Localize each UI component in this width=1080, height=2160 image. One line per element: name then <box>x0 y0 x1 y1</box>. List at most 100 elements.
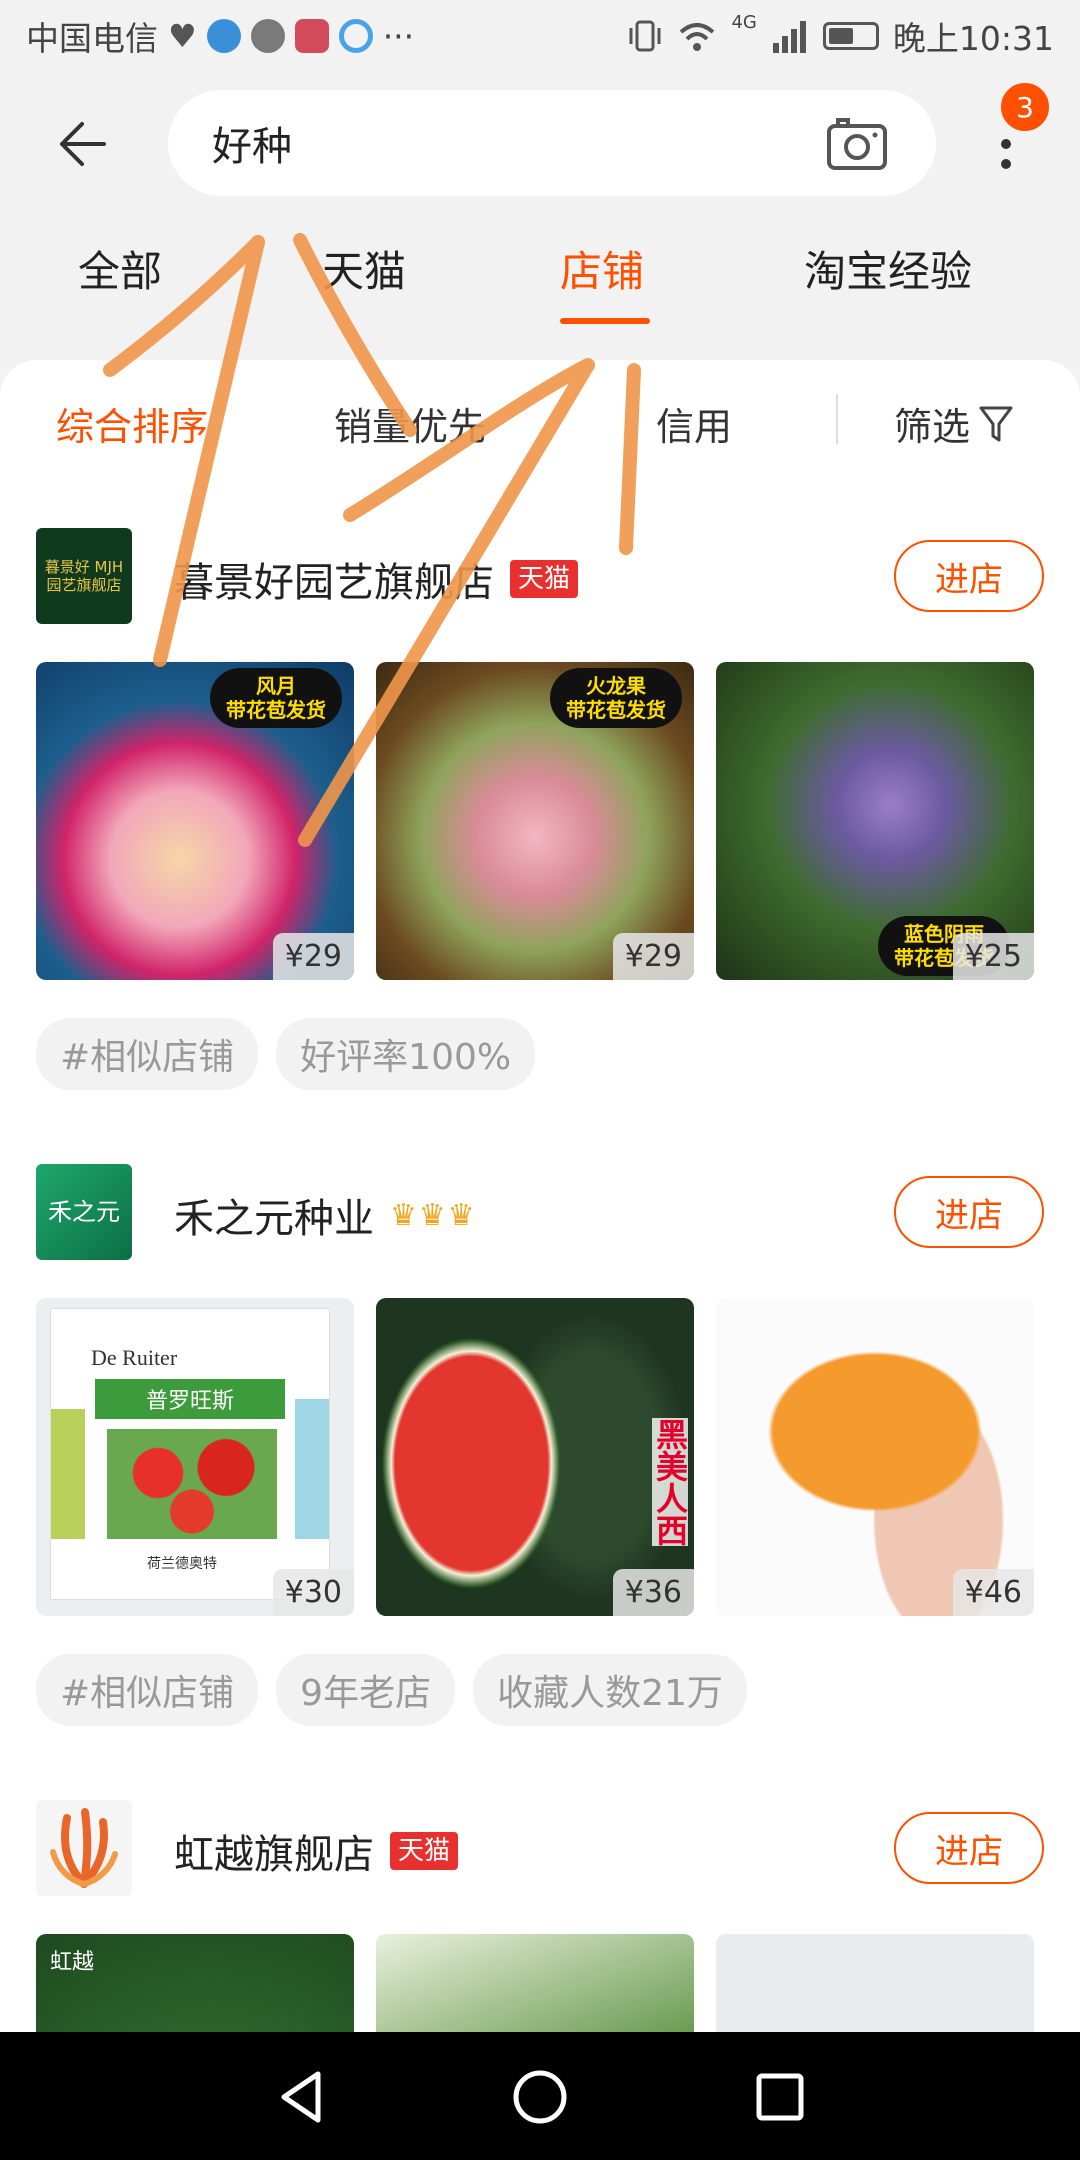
product-thumbnail[interactable]: 风月 带花苞发货 ¥29 <box>36 662 354 980</box>
shop-title[interactable]: 暮景好园艺旗舰店 天猫 <box>174 550 579 608</box>
wifi-icon <box>680 23 715 51</box>
shop-tag: 收藏人数21万 <box>473 1654 747 1726</box>
packet-stripe <box>51 1409 85 1539</box>
packet-brand: De Ruiter <box>91 1345 178 1370</box>
packet-tomatoes <box>107 1429 277 1539</box>
active-tab-indicator <box>560 318 650 324</box>
product-price: ¥29 <box>272 933 354 980</box>
sort-credit[interactable]: 信用 <box>656 396 732 451</box>
shop-name: 虹越旗舰店 <box>174 1832 374 1878</box>
product-price: ¥30 <box>272 1569 354 1616</box>
system-nav-bar <box>0 2032 1080 2160</box>
tmall-badge: 天猫 <box>510 560 579 598</box>
nav-back-button[interactable] <box>268 2062 338 2132</box>
result-tabs: 全部 天猫 店铺 淘宝经验 <box>0 238 1080 328</box>
status-right: 4G 晚上10:31 <box>627 12 1054 60</box>
packet-product-name: 普罗旺斯 <box>95 1379 285 1419</box>
screen: 中国电信 ♥ ··· 4G 晚上10:31 好种 3 全部 天猫 店铺 淘宝经验… <box>0 0 1080 2160</box>
shop-logo[interactable]: 禾之元 <box>36 1164 132 1260</box>
vibrate-icon <box>629 20 661 52</box>
sort-bar: 综合排序 销量优先 信用 筛选 <box>0 360 1080 484</box>
product-thumbnail[interactable] <box>716 1934 1034 2032</box>
similar-shops-tag[interactable]: #相似店铺 <box>36 1654 259 1726</box>
product-thumbnail[interactable]: De Ruiter 普罗旺斯 荷兰德奥特 ¥30 <box>36 1298 354 1616</box>
product-thumbnail[interactable]: 黑美人西 ¥36 <box>376 1298 694 1616</box>
battery-icon <box>822 22 879 50</box>
carrier-label: 中国电信 <box>26 19 158 58</box>
similar-shops-tag[interactable]: #相似店铺 <box>36 1018 259 1090</box>
enter-shop-button[interactable]: 进店 <box>894 1812 1044 1884</box>
search-query: 好种 <box>212 124 292 170</box>
nav-home-button[interactable] <box>505 2062 575 2132</box>
search-input[interactable]: 好种 <box>168 90 936 196</box>
shop-title[interactable]: 禾之元种业 ♛♛♛ <box>174 1186 477 1244</box>
product-thumbnail[interactable]: ¥46 <box>716 1298 1034 1616</box>
sort-default[interactable]: 综合排序 <box>56 396 208 451</box>
more-notifications: ··· <box>382 16 415 56</box>
circle-home-icon <box>513 2070 567 2124</box>
shop-title[interactable]: 虹越旗舰店 天猫 <box>174 1822 459 1880</box>
camera-search-button[interactable] <box>826 114 888 172</box>
hand-icon <box>250 19 285 53</box>
product-price: ¥46 <box>952 1569 1034 1616</box>
product-row: 虹越 <box>36 1934 1046 2032</box>
signal-icon <box>772 21 806 53</box>
triangle-back-icon <box>281 2071 321 2123</box>
seed-packet: De Ruiter 普罗旺斯 荷兰德奥特 <box>50 1308 330 1600</box>
shop-tags: #相似店铺 好评率100% <box>36 1018 536 1090</box>
tab-shops[interactable]: 店铺 <box>560 238 644 299</box>
back-arrow-icon <box>60 122 106 166</box>
shop-name: 禾之元种业 <box>174 1196 374 1242</box>
health-icon: ♥ <box>168 17 197 55</box>
packet-subtitle: 荷兰德奥特 <box>147 1556 217 1572</box>
sort-sales[interactable]: 销量优先 <box>334 396 486 451</box>
status-left: 中国电信 ♥ ··· <box>26 12 414 60</box>
enter-shop-button[interactable]: 进店 <box>894 1176 1044 1248</box>
shop-tag: 好评率100% <box>276 1018 536 1090</box>
browser-icon <box>338 19 373 53</box>
product-sticker: 风月 带花苞发货 <box>210 668 342 728</box>
nav-recents-button[interactable] <box>745 2062 815 2132</box>
shop-results: 综合排序 销量优先 信用 筛选 暮景好 MJH 园艺旗舰店 暮景好园艺旗舰店 天… <box>0 360 1080 2032</box>
status-bar: 中国电信 ♥ ··· 4G 晚上10:31 <box>0 0 1080 72</box>
tmall-badge: 天猫 <box>390 1832 459 1870</box>
product-thumbnail[interactable]: 蓝色阴雨 带花苞发货 ¥25 <box>716 662 1034 980</box>
product-sticker: 火龙果 带花苞发货 <box>550 668 682 728</box>
notification-badge: 3 <box>998 80 1052 134</box>
tab-taobao-experience[interactable]: 淘宝经验 <box>804 238 972 299</box>
filter-button[interactable]: 筛选 <box>894 396 1014 451</box>
square-recents-icon <box>756 2073 804 2121</box>
product-row: 风月 带花苞发货 ¥29 火龙果 带花苞发货 ¥29 蓝色阴雨 带花苞发货 ¥2… <box>36 662 1046 980</box>
clock: 晚上10:31 <box>892 19 1054 58</box>
shop-logo[interactable]: 暮景好 MJH 园艺旗舰店 <box>36 528 132 624</box>
shop-tag: 9年老店 <box>276 1654 456 1726</box>
shop-name: 暮景好园艺旗舰店 <box>174 560 494 606</box>
product-price: ¥36 <box>612 1569 694 1616</box>
enter-shop-button[interactable]: 进店 <box>894 540 1044 612</box>
camera-icon <box>827 118 887 170</box>
tab-tmall[interactable]: 天猫 <box>322 238 406 299</box>
product-price: ¥29 <box>612 933 694 980</box>
tab-all[interactable]: 全部 <box>78 238 162 299</box>
packet-stripe <box>295 1399 329 1539</box>
crown-rating-icon: ♛♛♛ <box>390 1197 477 1233</box>
product-row: De Ruiter 普罗旺斯 荷兰德奥特 ¥30 黑美人西 ¥36 ¥46 <box>36 1298 1046 1616</box>
product-vertical-label: 黑美人西 <box>651 1418 689 1546</box>
app-notification-icon <box>206 19 241 53</box>
product-thumbnail[interactable]: 虹越 <box>36 1934 354 2032</box>
network-type: 4G <box>731 12 757 33</box>
back-button[interactable] <box>40 106 124 182</box>
filter-label: 筛选 <box>894 405 971 449</box>
product-price: ¥25 <box>952 933 1034 980</box>
product-watermark: 虹越 <box>50 1950 95 1975</box>
product-thumbnail[interactable] <box>376 1934 694 2032</box>
shop-logo-text: 暮景好 MJH 园艺旗舰店 <box>44 558 124 594</box>
product-thumbnail[interactable]: 火龙果 带花苞发货 ¥29 <box>376 662 694 980</box>
shop-logo-text: 禾之元 <box>48 1197 120 1226</box>
filter-funnel-icon <box>979 406 1013 441</box>
shop-tags: #相似店铺 9年老店 收藏人数21万 <box>36 1654 747 1726</box>
sort-divider <box>836 394 838 444</box>
shop-logo[interactable] <box>36 1800 132 1896</box>
hongyue-logo-icon <box>50 1808 118 1888</box>
huawei-icon <box>294 19 329 53</box>
